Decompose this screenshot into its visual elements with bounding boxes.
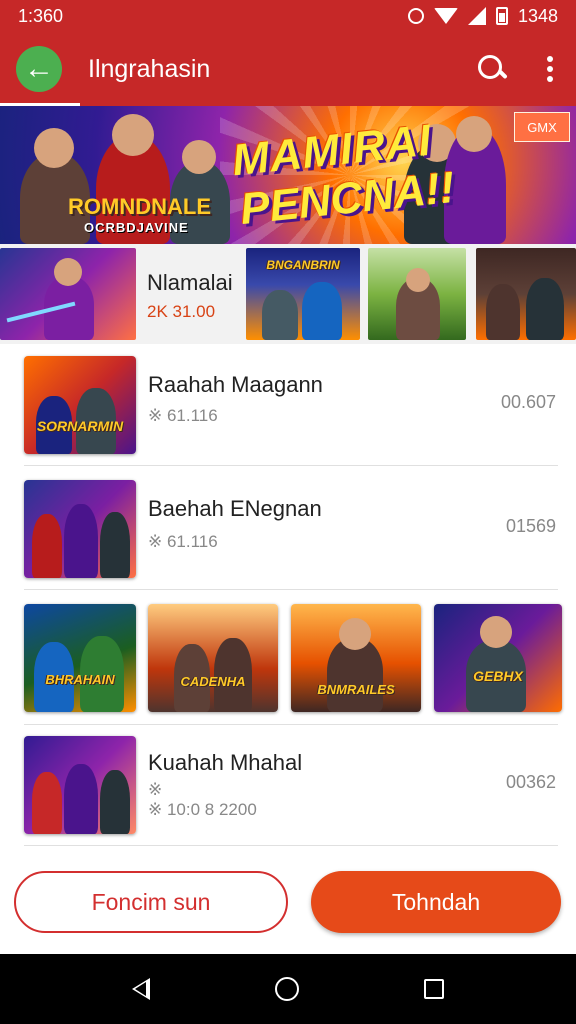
list-item-thumbnail: SORNARMIN <box>24 356 136 454</box>
list-item-meta-top: ※ <box>148 780 163 799</box>
featured-strip: BNGANBRIN <box>0 244 576 344</box>
list-item-value: 00362 <box>505 772 556 792</box>
list-item-thumbnail <box>24 736 136 834</box>
hero-character-head <box>182 140 216 174</box>
thumb-caption: BNMRAILES <box>317 682 395 697</box>
battery-icon <box>495 7 508 25</box>
game-character <box>262 290 298 340</box>
hero-character-head <box>456 116 492 152</box>
grid-thumbnail[interactable]: GEBHX <box>434 604 562 712</box>
list-item[interactable]: Baehah ENegnan ※ 61.116 01569 <box>24 480 558 590</box>
list-item-meta: ※ 10:0 8 2200 <box>148 800 257 819</box>
game-character <box>302 282 342 340</box>
signal-icon <box>467 7 486 25</box>
app-screen: 1:360 1348 ← Ilngrahasin MAMIRAI PENCNA!… <box>0 0 576 1024</box>
hero-banner[interactable]: MAMIRAI PENCNA!! ROMNDNALE OCRBDJAVINE G… <box>0 106 576 244</box>
grid-thumbnail[interactable]: BNMRAILES <box>291 604 421 712</box>
list-item-meta: ※ 61.116 <box>148 406 218 425</box>
status-time: 1:360 <box>18 5 64 26</box>
list-item[interactable]: SORNARMIN Raahah Maagann ※ 61.116 00.607 <box>24 356 558 466</box>
status-bar: 1:360 1348 <box>0 0 576 32</box>
search-icon[interactable] <box>474 51 510 87</box>
wifi-icon <box>433 8 458 24</box>
game-character <box>64 504 98 578</box>
nav-back-icon[interactable] <box>132 978 151 1000</box>
list-item-title: Raahah Maagann <box>148 372 323 397</box>
featured-tile[interactable] <box>476 248 576 340</box>
game-character <box>64 764 98 834</box>
featured-price: 2K 31.00 <box>147 302 216 321</box>
game-character-head <box>480 616 512 648</box>
more-vert-icon[interactable] <box>540 51 560 87</box>
secondary-button[interactable]: Foncim sun <box>14 871 288 933</box>
featured-image[interactable] <box>0 248 136 340</box>
featured-tile[interactable] <box>368 248 466 340</box>
game-character <box>486 284 520 340</box>
list-item-value: 00.607 <box>500 392 556 412</box>
game-character <box>32 772 62 834</box>
hero-character-head <box>34 128 74 168</box>
thumb-caption: BHRAHAIN <box>45 672 115 687</box>
thumbnail-grid: BHRAHAIN CADENHA BNMRAILES GEBHX <box>24 602 562 714</box>
thumb-caption: GEBHX <box>473 668 523 684</box>
back-button[interactable]: ← <box>16 46 62 92</box>
game-character <box>526 278 564 340</box>
list-item-title: Kuahah Mhahal <box>148 750 303 775</box>
nav-recents-icon[interactable] <box>423 979 444 999</box>
primary-button[interactable]: Tohndah <box>311 871 561 933</box>
app-bar: ← Ilngrahasin <box>0 32 576 106</box>
game-character-head <box>406 268 430 292</box>
hero-logo-subtitle: OCRBDJAVINE <box>84 220 189 235</box>
game-character-head <box>339 618 371 650</box>
thumb-caption: CADENHA <box>180 674 246 689</box>
status-clock-right: 1348 <box>517 5 558 26</box>
grid-thumbnail[interactable]: CADENHA <box>148 604 278 712</box>
list-item-title: Baehah ENegnan <box>148 496 322 521</box>
list-item-value: 01569 <box>505 516 556 536</box>
thumb-caption: SORNARMIN <box>36 418 124 434</box>
nav-home-icon[interactable] <box>274 977 299 1001</box>
list-item-thumbnail <box>24 480 136 578</box>
hero-character-head <box>112 114 154 156</box>
game-character-head <box>54 258 82 286</box>
divider <box>24 724 558 725</box>
game-character <box>32 514 62 578</box>
alarm-icon <box>407 8 424 24</box>
featured-tile[interactable]: BNGANBRIN <box>246 248 360 340</box>
system-nav-bar <box>0 954 576 1024</box>
page-title: Ilngrahasin <box>88 54 211 83</box>
hero-logo: ROMNDNALE <box>68 194 211 219</box>
grid-thumbnail[interactable]: BHRAHAIN <box>24 604 136 712</box>
hero-badge[interactable]: GMX <box>514 112 570 142</box>
tile-caption: BNGANBRIN <box>266 258 340 272</box>
status-icons: 1348 <box>407 5 558 27</box>
list-item-meta: ※ 61.116 <box>148 532 218 551</box>
arrow-left-icon: ← <box>24 52 54 85</box>
list-item[interactable]: Kuahah Mhahal ※ ※ 10:0 8 2200 00362 <box>24 736 558 846</box>
featured-title[interactable]: Nlamalai <box>147 270 233 296</box>
game-character <box>100 512 130 578</box>
game-character <box>100 770 130 834</box>
